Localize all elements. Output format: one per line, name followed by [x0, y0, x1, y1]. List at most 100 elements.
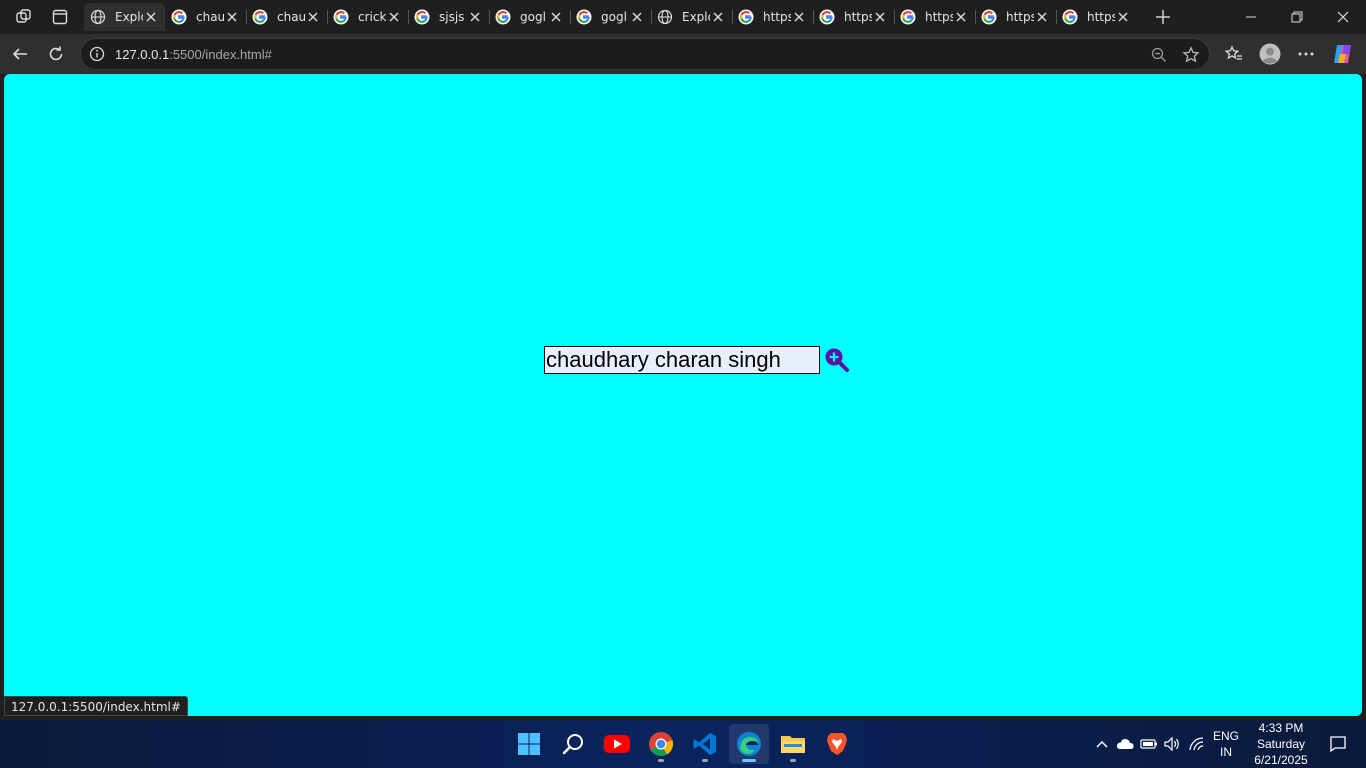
google-icon: [819, 9, 835, 25]
browser-tab[interactable]: gogl: [570, 3, 651, 31]
close-tab-icon[interactable]: [872, 9, 888, 25]
browser-tab[interactable]: Explore: [651, 3, 732, 31]
vscode-icon[interactable]: [685, 724, 725, 764]
windows-start-icon[interactable]: [509, 724, 549, 764]
chrome-icon[interactable]: [641, 724, 681, 764]
clock[interactable]: 4:33 PM Saturday 6/21/2025: [1248, 720, 1314, 768]
language-line1: ENG: [1212, 729, 1239, 743]
google-icon: [1062, 9, 1078, 25]
profile-avatar-icon[interactable]: [1255, 39, 1285, 69]
tab-title: gogl: [520, 10, 546, 24]
favorites-icon[interactable]: [1219, 39, 1249, 69]
close-tab-icon[interactable]: [386, 9, 402, 25]
address-bar[interactable]: 127.0.0.1:5500/index.html#: [80, 38, 1210, 70]
tab-title: chaudhary: [277, 10, 305, 24]
close-tab-icon[interactable]: [305, 9, 321, 25]
workspaces-icon[interactable]: [10, 4, 38, 30]
url-path: :5500/index.html#: [169, 47, 272, 62]
search-input[interactable]: [544, 346, 820, 374]
search-form: [544, 346, 851, 374]
google-icon: [252, 9, 268, 25]
browser-tab[interactable]: cricket: [327, 3, 408, 31]
tab-title: chaudhary: [196, 10, 224, 24]
new-tab-button[interactable]: [1150, 4, 1176, 30]
browser-tab[interactable]: https: [1056, 3, 1137, 31]
tab-title: gogl: [601, 10, 627, 24]
taskbar: ENG IN 4:33 PM Saturday 6/21/2025: [0, 720, 1366, 768]
tab-title: https: [1006, 10, 1034, 24]
close-tab-icon[interactable]: [224, 9, 240, 25]
tab-title: https: [1087, 10, 1115, 24]
browser-tab[interactable]: chaudhary: [246, 3, 327, 31]
favorite-star-icon[interactable]: [1181, 45, 1201, 65]
clock-date: 6/21/2025: [1254, 753, 1308, 767]
tab-title: cricket: [358, 10, 386, 24]
close-tab-icon[interactable]: [467, 9, 483, 25]
browser-tab[interactable]: https: [894, 3, 975, 31]
battery-icon[interactable]: [1139, 734, 1159, 754]
minimize-button[interactable]: [1228, 0, 1274, 34]
browser-tab[interactable]: sjsjs: [408, 3, 489, 31]
google-icon: [171, 9, 187, 25]
browser-tab[interactable]: Explore: [84, 3, 165, 31]
youtube-icon[interactable]: [597, 724, 637, 764]
more-menu-icon[interactable]: [1291, 39, 1321, 69]
zoom-out-icon[interactable]: [1149, 45, 1169, 65]
close-tab-icon[interactable]: [791, 9, 807, 25]
brave-icon[interactable]: [817, 724, 857, 764]
refresh-button[interactable]: [41, 39, 71, 69]
tab-title: https: [925, 10, 953, 24]
google-icon: [981, 9, 997, 25]
clock-day: Saturday: [1256, 737, 1306, 751]
tab-strip: Explore chaudhary chaudhary cricket sjsjs gog…: [0, 0, 1366, 34]
close-tab-icon[interactable]: [548, 9, 564, 25]
chevron-up-icon[interactable]: [1092, 734, 1112, 754]
search-icon[interactable]: [553, 724, 593, 764]
search-button[interactable]: [823, 346, 851, 374]
page-viewport: [4, 74, 1362, 716]
restore-button[interactable]: [1274, 0, 1320, 34]
browser-tab[interactable]: https: [975, 3, 1056, 31]
tab-list: Explore chaudhary chaudhary cricket sjsjs gog…: [84, 3, 1137, 33]
site-info-icon[interactable]: [89, 46, 105, 62]
onedrive-cloud-icon[interactable]: [1115, 734, 1135, 754]
tab-title: Explore: [682, 10, 710, 24]
google-icon: [495, 9, 511, 25]
google-icon: [333, 9, 349, 25]
close-window-button[interactable]: [1320, 0, 1366, 34]
tab-title: sjsjs: [439, 10, 465, 24]
volume-icon[interactable]: [1162, 734, 1182, 754]
back-button[interactable]: [5, 39, 35, 69]
clock-time: 4:33 PM: [1258, 721, 1304, 735]
close-tab-icon[interactable]: [629, 9, 645, 25]
close-tab-icon[interactable]: [953, 9, 969, 25]
wifi-icon[interactable]: [1187, 734, 1207, 754]
edge-icon[interactable]: [729, 724, 769, 764]
tab-title: https: [844, 10, 872, 24]
url-host: 127.0.0.1: [115, 47, 170, 62]
close-tab-icon[interactable]: [1115, 9, 1131, 25]
browser-tab[interactable]: chaudhary: [165, 3, 246, 31]
browser-window: Explore chaudhary chaudhary cricket sjsjs gog…: [0, 0, 1366, 768]
globe-icon: [90, 9, 106, 25]
close-tab-icon[interactable]: [143, 9, 159, 25]
copilot-icon[interactable]: [1328, 39, 1358, 69]
globe-icon: [657, 9, 673, 25]
close-tab-icon[interactable]: [1034, 9, 1050, 25]
tab-title: https: [763, 10, 791, 24]
url-text: 127.0.0.1:5500/index.html#: [115, 47, 272, 62]
notifications-icon[interactable]: [1328, 734, 1348, 754]
toolbar: 127.0.0.1:5500/index.html#: [0, 34, 1366, 74]
tab-title: Explore: [115, 10, 143, 24]
browser-tab[interactable]: https: [732, 3, 813, 31]
browser-tab[interactable]: gogl: [489, 3, 570, 31]
google-icon: [414, 9, 430, 25]
file-explorer-icon[interactable]: [773, 724, 813, 764]
google-icon: [900, 9, 916, 25]
browser-tab[interactable]: https: [813, 3, 894, 31]
status-bar-url: 127.0.0.1:5500/index.html#: [4, 696, 188, 716]
close-tab-icon[interactable]: [710, 9, 726, 25]
tab-actions-icon[interactable]: [46, 4, 74, 30]
google-icon: [738, 9, 754, 25]
language-indicator[interactable]: ENG IN: [1210, 728, 1242, 760]
